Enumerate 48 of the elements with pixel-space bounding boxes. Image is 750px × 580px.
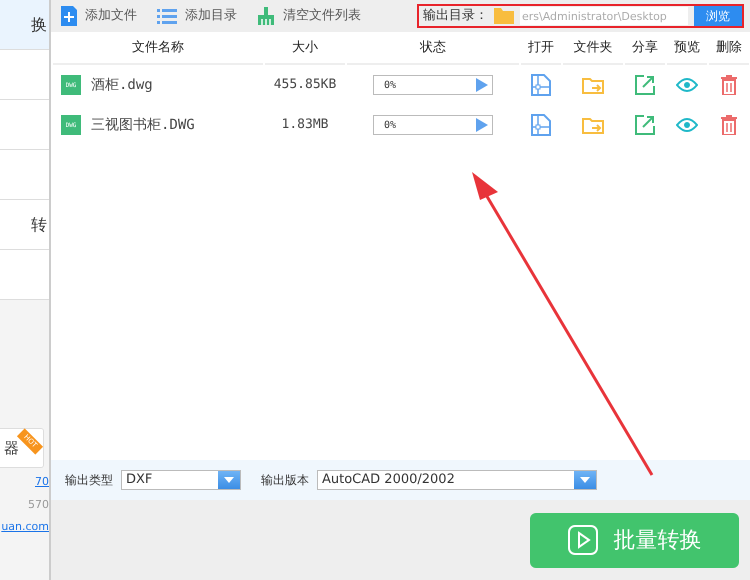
column-header: 分享 [625, 32, 665, 65]
contact-text: 570 [28, 498, 49, 510]
caret-icon [224, 477, 234, 483]
play-icon[interactable] [476, 118, 488, 132]
output-type-label: 输出类型 [65, 472, 113, 489]
file-icon[interactable] [531, 74, 551, 96]
eye-icon[interactable] [676, 118, 698, 132]
list-icon [157, 8, 177, 24]
output-version-label: 输出版本 [261, 472, 309, 489]
toolbar-button[interactable]: 添加目录 [157, 6, 237, 26]
caret-icon [580, 477, 590, 483]
file-name: 三视图书柜.DWG [91, 116, 195, 134]
folder-arrow-icon[interactable] [582, 116, 604, 134]
sidebar-item[interactable]: 换 [0, 0, 49, 50]
contact-link[interactable]: uan.com [1, 520, 49, 533]
column-header: 预览 [667, 32, 707, 65]
column-header: 删除 [709, 32, 749, 65]
column-header: 打开 [521, 32, 561, 65]
add-file-icon [61, 6, 77, 26]
column-header: 状态 [347, 32, 519, 65]
folder-icon [494, 8, 514, 24]
output-dir-label: 输出目录： [423, 7, 488, 26]
progress-text: 0% [383, 78, 396, 92]
contact-link[interactable]: 70 [35, 475, 49, 488]
promo-label: 器 [4, 438, 19, 459]
play-icon[interactable] [476, 78, 488, 92]
column-header: 文件夹 [563, 32, 623, 65]
file-icon[interactable] [531, 114, 551, 136]
file-size: 1.83MB [282, 116, 328, 134]
toolbar-button[interactable]: 清空文件列表 [257, 6, 361, 26]
file-size: 455.85KB [274, 76, 336, 94]
trash-icon[interactable] [721, 75, 737, 95]
sidebar-item[interactable]: 转 [0, 200, 49, 250]
trash-icon[interactable] [721, 115, 737, 135]
output-type-dropdown[interactable]: DXF [121, 470, 241, 490]
file-name: 酒柜.dwg [91, 76, 153, 94]
eye-icon[interactable] [676, 78, 698, 92]
share-icon[interactable] [635, 75, 655, 95]
column-header: 文件名称 [53, 32, 263, 65]
browse-button[interactable]: 浏览 [694, 6, 742, 26]
output-version-dropdown[interactable]: AutoCAD 2000/2002 [317, 470, 597, 490]
toolbar-button[interactable]: 添加文件 [61, 6, 137, 26]
progress-text: 0% [383, 118, 396, 132]
broom-icon [257, 7, 275, 25]
share-icon[interactable] [635, 115, 655, 135]
column-header: 大小 [265, 32, 345, 65]
folder-arrow-icon[interactable] [582, 76, 604, 94]
play-icon [568, 525, 598, 555]
